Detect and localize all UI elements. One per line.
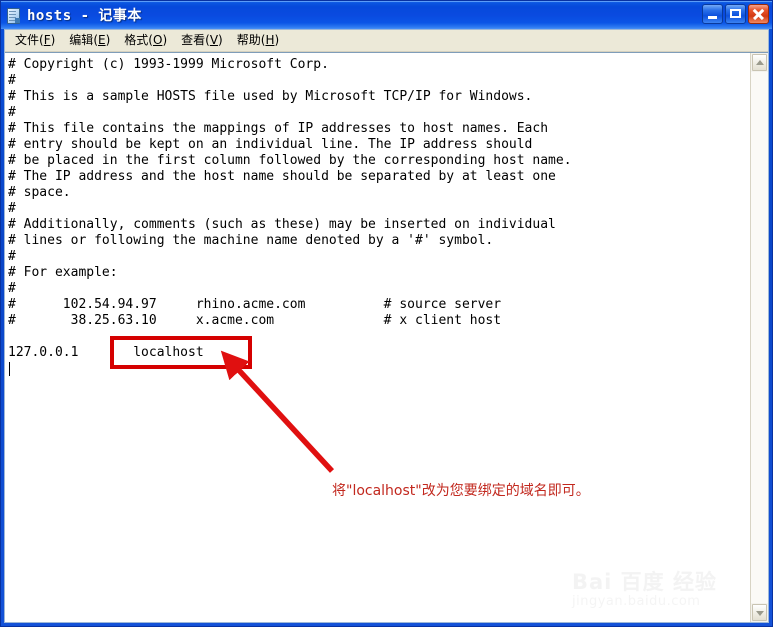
- scroll-down-icon[interactable]: [752, 604, 767, 621]
- menu-item-view[interactable]: 查看(V): [174, 31, 230, 50]
- minimize-button[interactable]: [702, 4, 723, 24]
- window-title: hosts - 记事本: [27, 8, 142, 24]
- scrollbar-track[interactable]: [751, 72, 768, 603]
- editor-line: # This file contains the mappings of IP …: [8, 121, 549, 136]
- menu-item-format-accel: O: [152, 33, 163, 47]
- editor-line: # This is a sample HOSTS file used by Mi…: [8, 89, 533, 104]
- editor-line: # be placed in the first column followed…: [8, 153, 572, 168]
- editor-line: #: [8, 201, 16, 216]
- maximize-button[interactable]: [725, 4, 746, 24]
- editor-line: #: [8, 105, 16, 120]
- editor-line: # The IP address and the host name shoul…: [8, 169, 556, 184]
- menu-item-help-accel: H: [265, 33, 275, 47]
- notepad-document-icon: [5, 7, 21, 24]
- editor-line: # Additionally, comments (such as these)…: [8, 217, 556, 232]
- editor-line: # For example:: [8, 265, 118, 280]
- editor-line: # space.: [8, 185, 71, 200]
- text-editor[interactable]: # Copyright (c) 1993-1999 Microsoft Corp…: [5, 53, 750, 622]
- menu-item-view-label: 查看: [181, 33, 206, 47]
- menu-item-help[interactable]: 帮助(H): [230, 31, 286, 50]
- editor-line: # 38.25.63.10 x.acme.com # x client host: [8, 313, 502, 328]
- window-controls: [702, 4, 769, 24]
- editor-line: #: [8, 73, 16, 88]
- menu-item-file-accel: F: [43, 33, 51, 47]
- editor-line: 127.0.0.1 localhost: [8, 345, 204, 360]
- menu-item-format-label: 格式: [124, 33, 149, 47]
- title-bar[interactable]: hosts - 记事本: [1, 1, 772, 29]
- scroll-up-icon[interactable]: [752, 54, 767, 71]
- editor-region: # Copyright (c) 1993-1999 Microsoft Corp…: [5, 52, 768, 622]
- menu-item-format[interactable]: 格式(O): [117, 31, 174, 50]
- menu-item-edit[interactable]: 编辑(E): [62, 31, 117, 50]
- menu-item-view-accel: V: [209, 33, 219, 47]
- close-button[interactable]: [748, 4, 769, 24]
- editor-line: # Copyright (c) 1993-1999 Microsoft Corp…: [8, 57, 329, 72]
- editor-line: # entry should be kept on an individual …: [8, 137, 533, 152]
- menu-bar: 文件(F) 编辑(E) 格式(O) 查看(V) 帮助(H): [5, 30, 768, 52]
- editor-line: # lines or following the machine name de…: [8, 233, 494, 248]
- menu-item-help-label: 帮助: [236, 33, 261, 47]
- editor-line: # 102.54.94.97 rhino.acme.com # source s…: [8, 297, 502, 312]
- window-client-area: 文件(F) 编辑(E) 格式(O) 查看(V) 帮助(H) # Copyrigh…: [4, 29, 769, 623]
- menu-item-edit-accel: E: [98, 33, 106, 47]
- menu-item-edit-label: 编辑: [69, 33, 94, 47]
- editor-line: #: [8, 281, 16, 296]
- notepad-window: hosts - 记事本 文件(F) 编辑(E) 格式(O) 查看(V) 帮助(H…: [0, 0, 773, 627]
- editor-line: #: [8, 249, 16, 264]
- text-caret: [9, 362, 10, 376]
- menu-item-file-label: 文件: [15, 33, 40, 47]
- vertical-scrollbar[interactable]: [750, 53, 768, 622]
- menu-item-file[interactable]: 文件(F): [8, 31, 62, 50]
